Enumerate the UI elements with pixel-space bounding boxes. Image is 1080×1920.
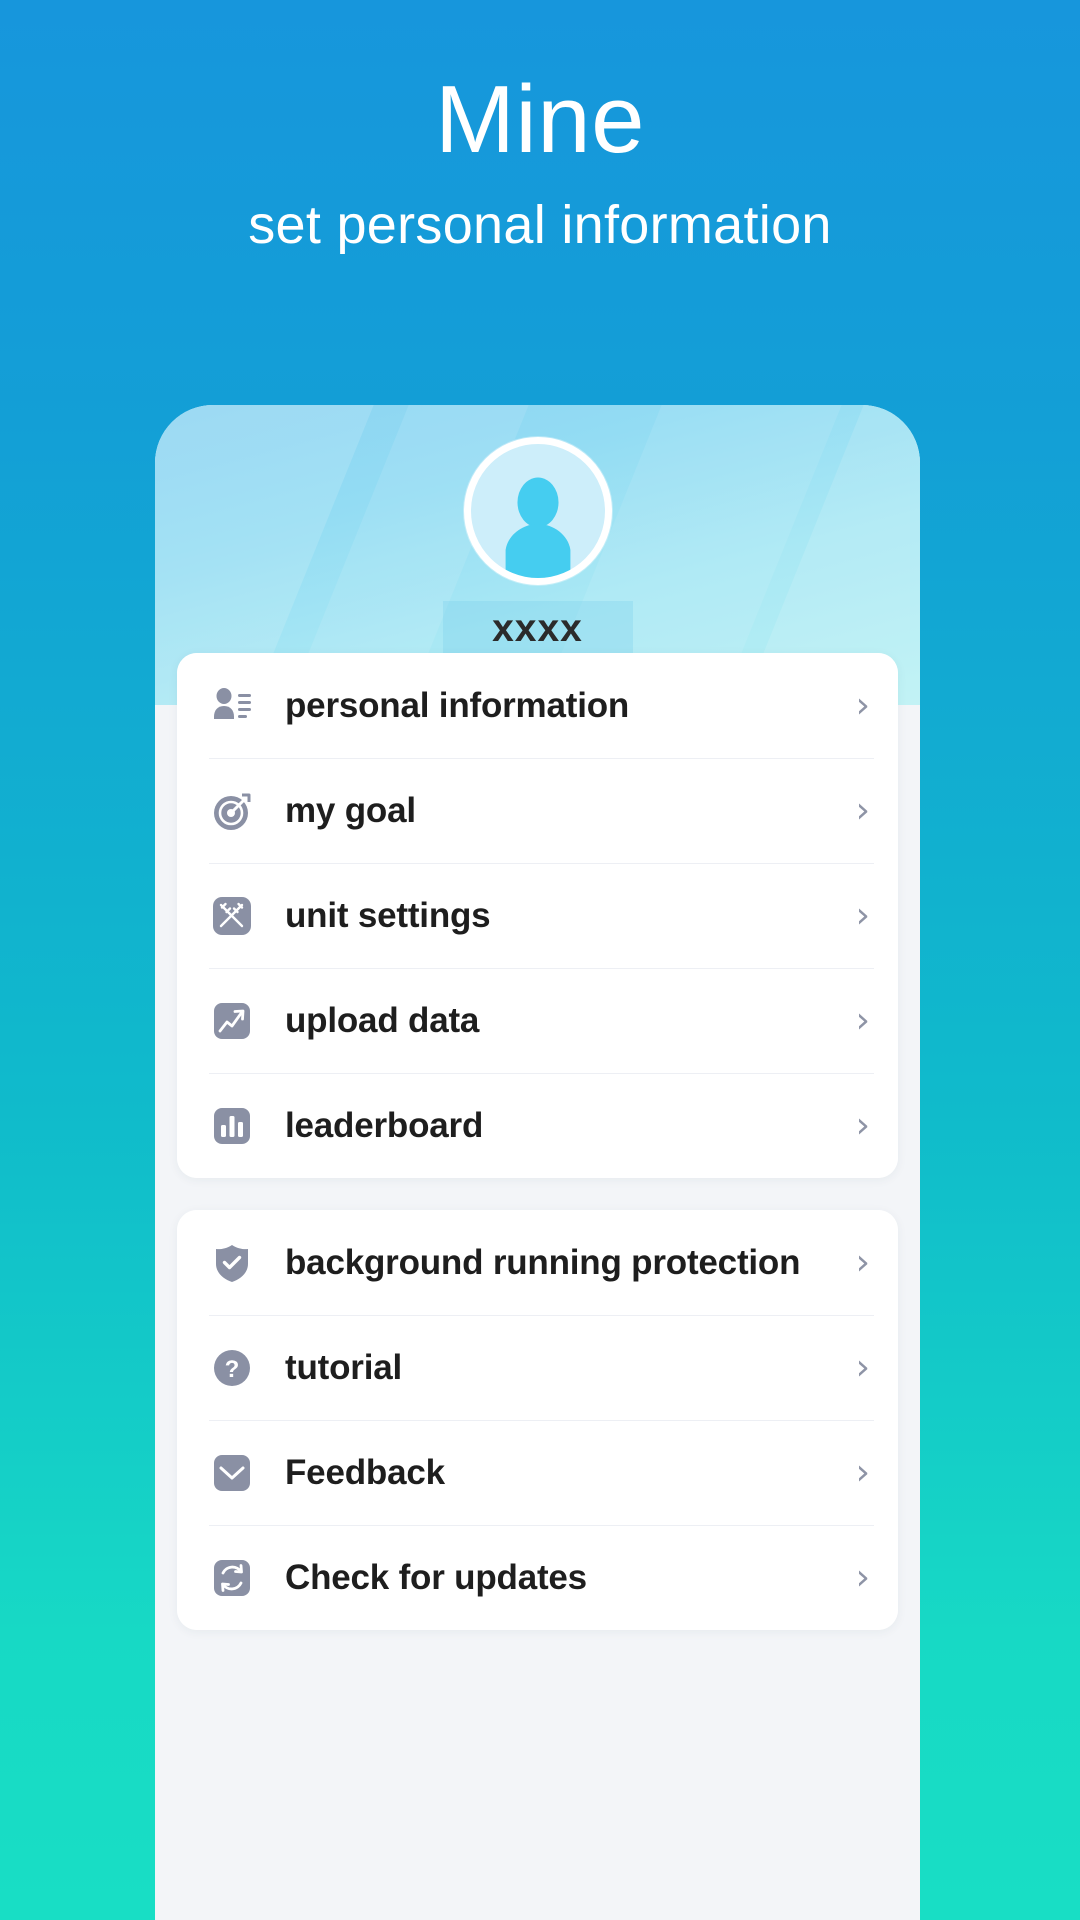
menu-item-feedback[interactable]: Feedback › <box>177 1420 898 1525</box>
rulers-icon <box>209 893 255 939</box>
promo-header: Mine set personal information <box>0 0 1080 400</box>
person-details-icon <box>209 683 255 729</box>
chevron-right-icon: › <box>855 999 870 1041</box>
menu-item-tutorial[interactable]: ? tutorial › <box>177 1315 898 1420</box>
avatar[interactable] <box>463 437 612 585</box>
menu-card-support: background running protection › ? tutori… <box>177 1210 898 1630</box>
menu-item-background-running-protection[interactable]: background running protection › <box>177 1210 898 1315</box>
menu-item-check-for-updates[interactable]: Check for updates › <box>177 1525 898 1630</box>
menu-item-label: my goal <box>285 790 416 830</box>
menu-item-leaderboard[interactable]: leaderboard › <box>177 1073 898 1178</box>
refresh-icon <box>209 1555 255 1601</box>
menu-item-upload-data[interactable]: upload data › <box>177 968 898 1073</box>
menu-item-label: unit settings <box>285 895 491 935</box>
menu-container: personal information › my goal › unit se… <box>155 653 920 1630</box>
menu-item-my-goal[interactable]: my goal › <box>177 758 898 863</box>
menu-item-unit-settings[interactable]: unit settings › <box>177 863 898 968</box>
question-circle-icon: ? <box>209 1345 255 1391</box>
chevron-right-icon: › <box>855 1241 870 1283</box>
shield-check-icon <box>209 1240 255 1286</box>
username-label: xxxx <box>492 607 583 650</box>
chevron-right-icon: › <box>855 684 870 726</box>
chevron-right-icon: › <box>855 1104 870 1146</box>
chevron-right-icon: › <box>855 1451 870 1493</box>
envelope-icon <box>209 1450 255 1496</box>
menu-item-label: personal information <box>285 685 630 725</box>
target-icon <box>209 788 255 834</box>
chevron-right-icon: › <box>855 1346 870 1388</box>
chevron-right-icon: › <box>855 894 870 936</box>
menu-card-primary: personal information › my goal › unit se… <box>177 653 898 1178</box>
menu-item-label: Check for updates <box>285 1557 587 1597</box>
svg-text:?: ? <box>225 1356 240 1383</box>
phone-screen: xxxx personal information › my goal › un… <box>155 405 920 1920</box>
menu-item-personal-information[interactable]: personal information › <box>177 653 898 758</box>
trend-up-icon <box>209 998 255 1044</box>
menu-item-label: upload data <box>285 1000 480 1040</box>
page-title: Mine <box>434 66 646 173</box>
person-avatar-icon <box>505 477 570 578</box>
bar-chart-icon <box>209 1103 255 1149</box>
chevron-right-icon: › <box>855 1556 870 1598</box>
page-subtitle: set personal information <box>248 195 832 255</box>
menu-item-label: background running protection <box>285 1242 801 1282</box>
menu-item-label: Feedback <box>285 1452 445 1492</box>
chevron-right-icon: › <box>855 789 870 831</box>
menu-item-label: tutorial <box>285 1347 403 1387</box>
menu-item-label: leaderboard <box>285 1105 484 1145</box>
